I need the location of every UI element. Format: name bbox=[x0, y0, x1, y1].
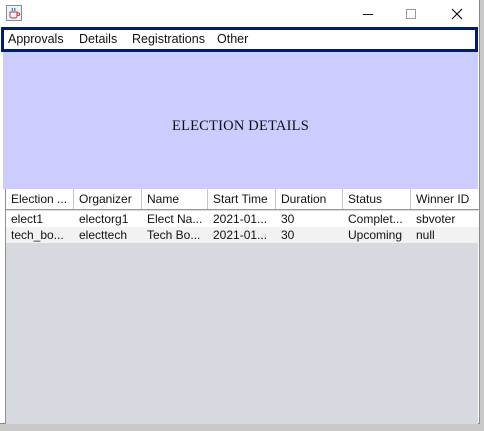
cell-winner-id: sbvoter bbox=[416, 212, 456, 226]
menu-approvals[interactable]: Approvals bbox=[8, 32, 64, 46]
elections-table: Election ... Organizer Name Start Time D… bbox=[5, 189, 479, 424]
close-icon bbox=[451, 8, 463, 19]
header-panel: ELECTION DETAILS bbox=[3, 52, 478, 189]
cell-organizer: electtech bbox=[79, 228, 128, 242]
cell-organizer: electorg1 bbox=[79, 212, 129, 226]
table-row[interactable]: elect1 electorg1 Elect Na... 2021-01... … bbox=[6, 211, 479, 227]
cell-election-id: tech_bo... bbox=[11, 228, 64, 242]
menu-registrations[interactable]: Registrations bbox=[132, 32, 205, 46]
cell-status: Upcoming bbox=[348, 228, 403, 242]
cell-name: Elect Na... bbox=[147, 212, 203, 226]
cell-start-time: 2021-01... bbox=[213, 212, 268, 226]
column-header-start-time[interactable]: Start Time bbox=[208, 189, 276, 209]
title-bar[interactable] bbox=[0, 0, 479, 27]
table-row[interactable]: tech_bo... electtech Tech Bo... 2021-01.… bbox=[6, 227, 479, 243]
cell-duration: 30 bbox=[281, 212, 295, 226]
column-header-name[interactable]: Name bbox=[142, 189, 208, 209]
cell-winner-id: null bbox=[416, 228, 435, 242]
close-button[interactable] bbox=[434, 0, 480, 27]
column-header-duration[interactable]: Duration bbox=[276, 189, 343, 209]
table-body: elect1 electorg1 Elect Na... 2021-01... … bbox=[6, 211, 479, 243]
app-window: Approvals Details Registrations Other EL… bbox=[0, 0, 480, 424]
column-header-status[interactable]: Status bbox=[343, 189, 411, 209]
cell-duration: 30 bbox=[281, 228, 295, 242]
cell-status: Complet... bbox=[348, 212, 403, 226]
cell-election-id: elect1 bbox=[11, 212, 44, 226]
minimize-button[interactable] bbox=[345, 0, 391, 27]
background-taskbar-edge bbox=[0, 424, 484, 431]
cell-start-time: 2021-01... bbox=[213, 228, 268, 242]
table-header: Election ... Organizer Name Start Time D… bbox=[6, 189, 479, 210]
minimize-icon bbox=[363, 13, 373, 15]
maximize-button[interactable] bbox=[388, 0, 434, 27]
column-header-election-id[interactable]: Election ... bbox=[6, 189, 74, 209]
column-header-organizer[interactable]: Organizer bbox=[74, 189, 142, 209]
menu-other[interactable]: Other bbox=[217, 32, 248, 46]
java-coffee-icon bbox=[6, 5, 22, 21]
menu-details[interactable]: Details bbox=[79, 32, 117, 46]
maximize-icon bbox=[406, 8, 416, 19]
cell-name: Tech Bo... bbox=[147, 228, 201, 242]
column-header-winner-id[interactable]: Winner ID bbox=[411, 189, 479, 209]
menu-bar: Approvals Details Registrations Other bbox=[1, 27, 478, 52]
page-title: ELECTION DETAILS bbox=[172, 118, 309, 134]
